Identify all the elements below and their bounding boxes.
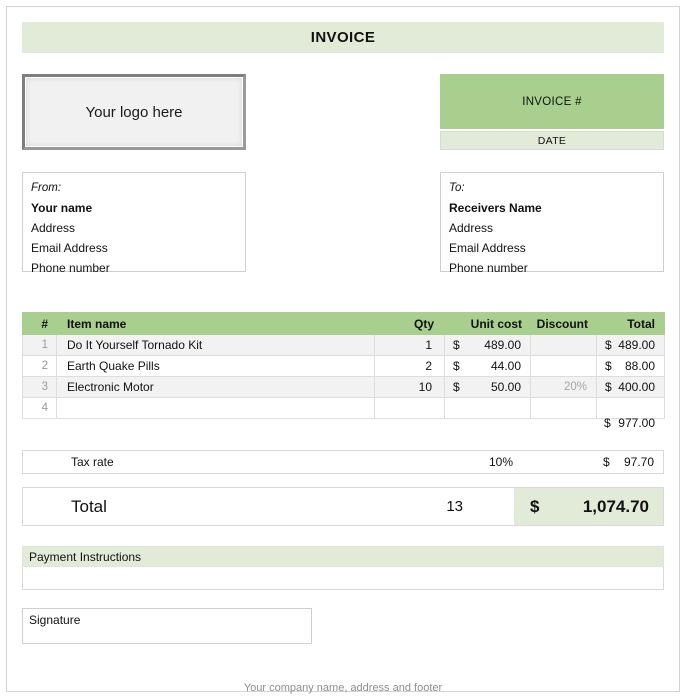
table-row[interactable]: 2 Earth Quake Pills 2 $ 44.00 $ 88.00 — [23, 356, 665, 377]
row-number: 1 — [23, 335, 57, 356]
column-header-unit-cost: Unit cost — [445, 313, 531, 335]
grand-total-label: Total — [71, 488, 107, 525]
row-total-amount: 88.00 — [625, 359, 655, 373]
signature-box[interactable]: Signature — [22, 608, 312, 644]
row-total-currency: $ — [605, 338, 612, 352]
grand-total-row: Total 13 $ 1,074.70 — [22, 487, 664, 526]
tax-rate-value[interactable]: 10% — [443, 451, 513, 473]
tax-amount: 97.70 — [624, 455, 654, 469]
grand-total-qty: 13 — [353, 488, 463, 525]
grand-total-amount-cell: $ 1,074.70 — [514, 488, 663, 525]
row-discount[interactable] — [531, 335, 597, 356]
table-header-row: # Item name Qty Unit cost Discount Total — [23, 313, 665, 335]
row-item-name[interactable]: Earth Quake Pills — [57, 356, 375, 377]
row-discount[interactable] — [531, 356, 597, 377]
payment-instructions-header: Payment Instructions — [22, 546, 664, 567]
sender-details-box[interactable]: From: Your name Address Email Address Ph… — [22, 172, 246, 272]
row-unit-amount: 489.00 — [484, 338, 521, 352]
page-footer: Your company name, address and footer — [0, 678, 686, 696]
row-unit-cost[interactable]: $ 44.00 — [445, 356, 531, 377]
row-unit-amount: 44.00 — [491, 359, 521, 373]
from-name: Your name — [31, 198, 237, 218]
invoice-page: INVOICE Your logo here INVOICE # DATE Fr… — [0, 0, 686, 698]
tax-rate-row: Tax rate 10% $ 97.70 — [22, 450, 664, 474]
row-discount[interactable]: 20% — [531, 377, 597, 398]
row-unit-currency: $ — [453, 338, 460, 352]
invoice-date-field[interactable]: DATE — [440, 131, 664, 150]
logo-placeholder-label: Your logo here — [85, 104, 182, 121]
row-number: 3 — [23, 377, 57, 398]
invoice-date-label: DATE — [538, 135, 566, 147]
row-total: $ 489.00 — [597, 335, 665, 356]
tax-amount-cell: $ 97.70 — [595, 451, 663, 473]
invoice-title-band: INVOICE — [22, 22, 664, 53]
row-total-amount: 489.00 — [618, 338, 655, 352]
to-phone: Phone number — [449, 258, 655, 278]
row-item-name[interactable]: Electronic Motor — [57, 377, 375, 398]
payment-instructions-label: Payment Instructions — [29, 550, 141, 564]
page-title: INVOICE — [311, 29, 375, 46]
tax-currency: $ — [603, 455, 610, 469]
row-total-currency: $ — [605, 359, 612, 373]
tax-rate-label: Tax rate — [71, 451, 114, 473]
row-total-amount: 400.00 — [618, 380, 655, 394]
row-qty[interactable]: 1 — [375, 335, 445, 356]
grand-total-currency: $ — [530, 497, 539, 517]
grand-total-amount: 1,074.70 — [583, 497, 649, 517]
receiver-details-box[interactable]: To: Receivers Name Address Email Address… — [440, 172, 664, 272]
row-total-currency: $ — [605, 380, 612, 394]
subtotal-currency: $ — [604, 416, 611, 430]
column-header-discount: Discount — [531, 313, 597, 335]
row-unit-cost[interactable]: $ 50.00 — [445, 377, 531, 398]
row-unit-cost[interactable]: $ 489.00 — [445, 335, 531, 356]
footer-text: Your company name, address and footer — [244, 682, 442, 694]
table-row[interactable]: 1 Do It Yourself Tornado Kit 1 $ 489.00 … — [23, 335, 665, 356]
from-email: Email Address — [31, 238, 237, 258]
payment-instructions-input[interactable] — [22, 567, 664, 590]
column-header-total: Total — [597, 313, 665, 335]
from-phone: Phone number — [31, 258, 237, 278]
row-total: $ 88.00 — [597, 356, 665, 377]
row-total: $ 400.00 — [597, 377, 665, 398]
table-row[interactable]: 3 Electronic Motor 10 $ 50.00 20% $ 400.… — [23, 377, 665, 398]
invoice-number-field[interactable]: INVOICE # — [440, 74, 664, 129]
signature-label: Signature — [29, 612, 311, 628]
row-number: 2 — [23, 356, 57, 377]
subtotal-row: $ 977.00 — [22, 412, 664, 434]
column-header-qty: Qty — [375, 313, 445, 335]
to-email: Email Address — [449, 238, 655, 258]
invoice-number-label: INVOICE # — [522, 96, 582, 108]
row-qty[interactable]: 2 — [375, 356, 445, 377]
from-address: Address — [31, 218, 237, 238]
row-unit-currency: $ — [453, 359, 460, 373]
to-name: Receivers Name — [449, 198, 655, 218]
column-header-number: # — [23, 313, 57, 335]
line-items-table: # Item name Qty Unit cost Discount Total… — [22, 312, 665, 419]
row-qty[interactable]: 10 — [375, 377, 445, 398]
to-caption: To: — [449, 179, 655, 198]
row-unit-amount: 50.00 — [491, 380, 521, 394]
from-caption: From: — [31, 179, 237, 198]
logo-placeholder[interactable]: Your logo here — [22, 74, 246, 150]
row-item-name[interactable]: Do It Yourself Tornado Kit — [57, 335, 375, 356]
to-address: Address — [449, 218, 655, 238]
subtotal-amount: 977.00 — [618, 416, 655, 430]
subtotal-amount-cell: $ 977.00 — [596, 412, 664, 434]
column-header-item-name: Item name — [57, 313, 375, 335]
row-unit-currency: $ — [453, 380, 460, 394]
